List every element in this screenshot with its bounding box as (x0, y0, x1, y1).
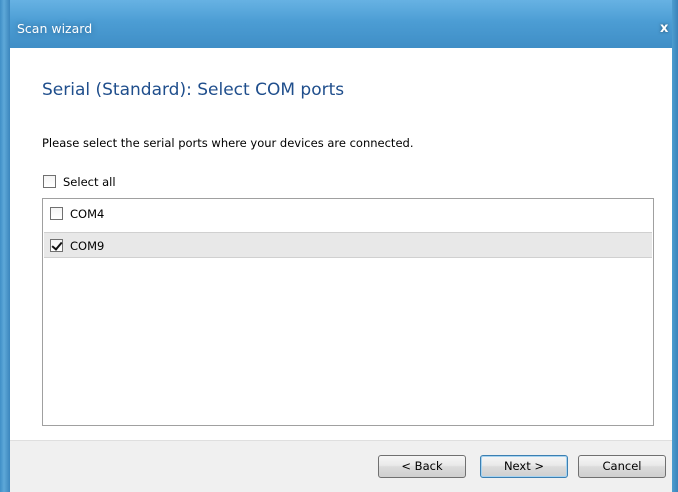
scan-wizard-window: Scan wizard x Serial (Standard): Select … (0, 0, 678, 492)
port-checkbox-com4[interactable] (50, 207, 63, 220)
com-port-list[interactable]: COM4 COM9 (42, 198, 654, 426)
port-row-com4[interactable]: COM4 (44, 201, 652, 227)
port-label-com4: COM4 (70, 207, 105, 221)
window-frame-right (672, 0, 678, 492)
select-all-checkbox-box[interactable] (43, 175, 56, 188)
wizard-content: Serial (Standard): Select COM ports Plea… (10, 48, 672, 492)
cancel-button[interactable]: Cancel (578, 455, 666, 478)
next-button[interactable]: Next > (480, 455, 568, 478)
select-all-label: Select all (63, 175, 116, 189)
button-bar: < Back Next > Cancel (10, 440, 672, 492)
port-label-com9: COM9 (70, 239, 105, 253)
title-bar[interactable]: Scan wizard x (0, 0, 678, 48)
instructions-text: Please select the serial ports where you… (42, 136, 414, 150)
port-row-com9[interactable]: COM9 (44, 232, 652, 258)
back-button[interactable]: < Back (378, 455, 466, 478)
port-checkbox-com9[interactable] (50, 239, 63, 252)
window-title: Scan wizard (17, 21, 93, 36)
window-frame-left (0, 0, 10, 492)
close-icon: x (660, 21, 669, 36)
page-title: Serial (Standard): Select COM ports (42, 80, 345, 100)
